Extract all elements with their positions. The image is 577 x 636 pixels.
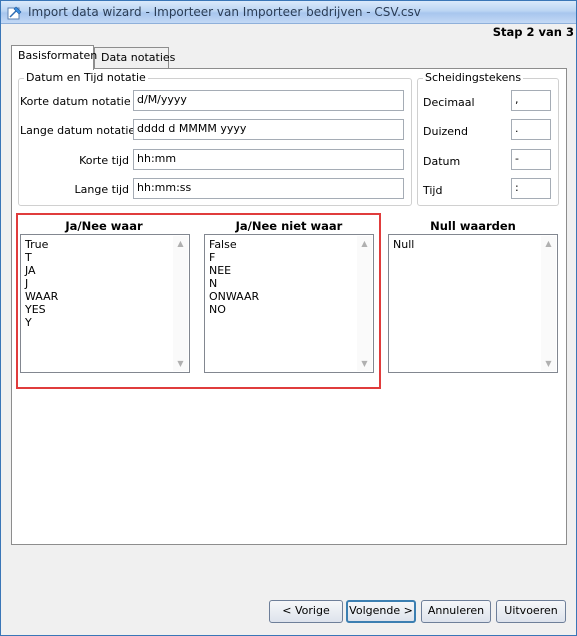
null-values-title: Null waarden (430, 219, 516, 233)
long-time-input[interactable]: hh:mm:ss (133, 178, 404, 199)
long-date-label: Lange datum notatie (20, 124, 136, 137)
short-date-input[interactable]: d/M/yyyy (133, 90, 404, 111)
title-bar: Import data wizard - Importeer van Impor… (1, 1, 576, 24)
window-title: Import data wizard - Importeer van Impor… (28, 5, 421, 19)
highlight-box (16, 213, 381, 389)
next-button[interactable]: Volgende > (346, 600, 416, 623)
date-separator-input[interactable]: - (511, 149, 551, 170)
run-button[interactable]: Uitvoeren (496, 600, 566, 623)
separators-legend: Scheidingstekens (423, 71, 524, 84)
long-date-input[interactable]: dddd d MMMM yyyy (133, 119, 404, 140)
null-values-listbox[interactable]: Null ▲ ▼ (388, 234, 558, 373)
null-values-items: Null (393, 238, 414, 251)
short-date-label: Korte datum notatie (20, 95, 131, 108)
previous-button[interactable]: < Vorige (269, 600, 343, 623)
tab-data-notaties[interactable]: Data notaties (94, 47, 175, 68)
list-item[interactable]: Null (393, 238, 414, 251)
scroll-down-icon[interactable]: ▼ (541, 356, 556, 371)
wizard-window: Import data wizard - Importeer van Impor… (0, 0, 577, 636)
decimal-input[interactable]: , (511, 90, 551, 111)
time-separator-input[interactable]: : (511, 178, 551, 199)
thousands-label: Duizend (423, 125, 468, 138)
short-time-input[interactable]: hh:mm (133, 149, 404, 170)
cancel-button[interactable]: Annuleren (421, 600, 491, 623)
step-indicator: Stap 2 van 3 (492, 25, 574, 39)
thousands-input[interactable]: . (511, 119, 551, 140)
datetime-legend: Datum en Tijd notatie (24, 71, 148, 84)
null-values-scrollbar[interactable]: ▲ ▼ (541, 236, 556, 371)
decimal-label: Decimaal (423, 96, 475, 109)
tab-basisformaten[interactable]: Basisformaten (11, 45, 97, 70)
time-separator-label: Tijd (423, 184, 443, 197)
scroll-up-icon[interactable]: ▲ (541, 236, 556, 251)
long-time-label: Lange tijd (74, 183, 130, 196)
wizard-app-icon (7, 6, 22, 20)
date-separator-label: Datum (423, 155, 461, 168)
short-time-label: Korte tijd (79, 154, 129, 167)
